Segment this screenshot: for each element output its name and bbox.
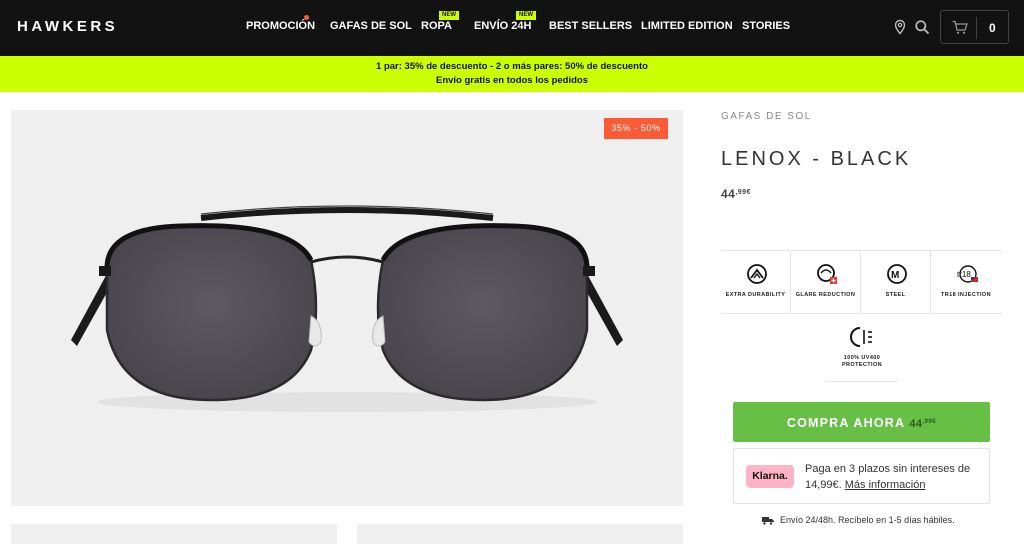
klarna-text: Paga en 3 plazos sin intereses de 14,99€… bbox=[805, 461, 985, 493]
buy-label: COMPRA AHORA bbox=[786, 416, 905, 430]
buy-now-button[interactable]: COMPRA AHORA 44,99€ bbox=[733, 402, 990, 442]
price-decimals: ,99€ bbox=[735, 189, 751, 196]
feature-label: TR18 INJECTION bbox=[941, 292, 991, 298]
feature-glare-reduction: GLARE REDUCTION bbox=[791, 251, 861, 314]
feature-uv400: 100% UV400 PROTECTION bbox=[826, 316, 898, 382]
buy-price-decimals: ,99€ bbox=[922, 418, 937, 425]
glare-icon bbox=[817, 264, 837, 284]
new-badge: NEW bbox=[516, 11, 536, 20]
product-category[interactable]: GAFAS DE SOL bbox=[721, 111, 812, 122]
feature-extra-durability: EXTRA DURABILITY bbox=[721, 251, 791, 314]
cart-count: 0 bbox=[989, 21, 996, 35]
feature-label: EXTRA DURABILITY bbox=[725, 292, 786, 298]
tr18-icon: tr18 bbox=[957, 265, 978, 283]
product-price: 44,99€ bbox=[721, 187, 751, 201]
cart-icon bbox=[952, 20, 968, 34]
notification-dot bbox=[304, 15, 309, 20]
nav-item-gafas-de-sol[interactable]: GAFAS DE SOL bbox=[330, 20, 412, 32]
durability-icon bbox=[747, 264, 767, 284]
cart-button[interactable]: 0 bbox=[940, 10, 1009, 44]
sunglasses-image bbox=[71, 205, 623, 412]
promo-line-1: 1 par: 35% de descuento - 2 o más pares:… bbox=[376, 61, 648, 72]
nav-item-stories[interactable]: STORIES bbox=[742, 20, 790, 32]
feature-label: STEEL bbox=[885, 292, 906, 298]
brand-logo[interactable]: HAWKERS bbox=[17, 18, 118, 35]
klarna-logo: Klarna. bbox=[746, 465, 794, 488]
uv-line-1: 100% UV400 bbox=[843, 355, 881, 361]
svg-text:M: M bbox=[891, 270, 899, 281]
price-integer: 44 bbox=[721, 187, 736, 201]
svg-text:tr18: tr18 bbox=[957, 270, 971, 279]
location-icon[interactable] bbox=[892, 19, 908, 35]
nav-item-limited-edition[interactable]: LIMITED EDITION bbox=[641, 20, 733, 32]
promo-line-2: Envío gratis en todos los pedidos bbox=[435, 75, 589, 86]
buy-price: 44,99€ bbox=[909, 418, 936, 430]
klarna-more-info-link[interactable]: Más información bbox=[845, 479, 926, 491]
feature-label: 100% UV400 PROTECTION bbox=[826, 355, 898, 368]
features-row: EXTRA DURABILITY GLARE REDUCTION M STEEL… bbox=[721, 250, 1002, 314]
buy-price-integer: 44 bbox=[909, 418, 923, 430]
discount-badge: 35% - 50% bbox=[604, 118, 668, 139]
nav-item-promocion[interactable]: PROMOCIÓN bbox=[246, 20, 315, 32]
uv-line-2: PROTECTION bbox=[841, 361, 883, 368]
steel-icon: M bbox=[887, 264, 907, 284]
uv-protection-icon bbox=[850, 327, 872, 347]
gallery-thumbnail[interactable] bbox=[357, 524, 683, 544]
top-navbar: HAWKERS PROMOCIÓN GAFAS DE SOL ROPA NEW … bbox=[0, 0, 1024, 56]
product-image[interactable] bbox=[11, 110, 683, 506]
gallery-thumbnail[interactable] bbox=[11, 524, 337, 544]
shipping-text: Envío 24/48h. Recíbelo en 1-5 días hábil… bbox=[780, 515, 955, 525]
promo-banner: 1 par: 35% de descuento - 2 o más pares:… bbox=[0, 56, 1024, 92]
new-badge: NEW bbox=[439, 11, 459, 20]
feature-label: GLARE REDUCTION bbox=[795, 292, 856, 298]
feature-tr18-injection: tr18 TR18 INJECTION bbox=[931, 251, 1001, 314]
nav-item-best-sellers[interactable]: BEST SELLERS bbox=[549, 20, 632, 32]
product-title: LENOX - BLACK bbox=[721, 148, 912, 170]
feature-steel: M STEEL bbox=[861, 251, 931, 314]
klarna-box: Klarna. Paga en 3 plazos sin intereses d… bbox=[733, 448, 990, 504]
nav-item-envio-24h[interactable]: ENVÍO 24H bbox=[474, 20, 531, 32]
search-icon[interactable] bbox=[914, 19, 930, 35]
cart-divider bbox=[976, 17, 977, 39]
truck-icon bbox=[762, 517, 774, 525]
nav-item-ropa[interactable]: ROPA bbox=[421, 20, 452, 32]
